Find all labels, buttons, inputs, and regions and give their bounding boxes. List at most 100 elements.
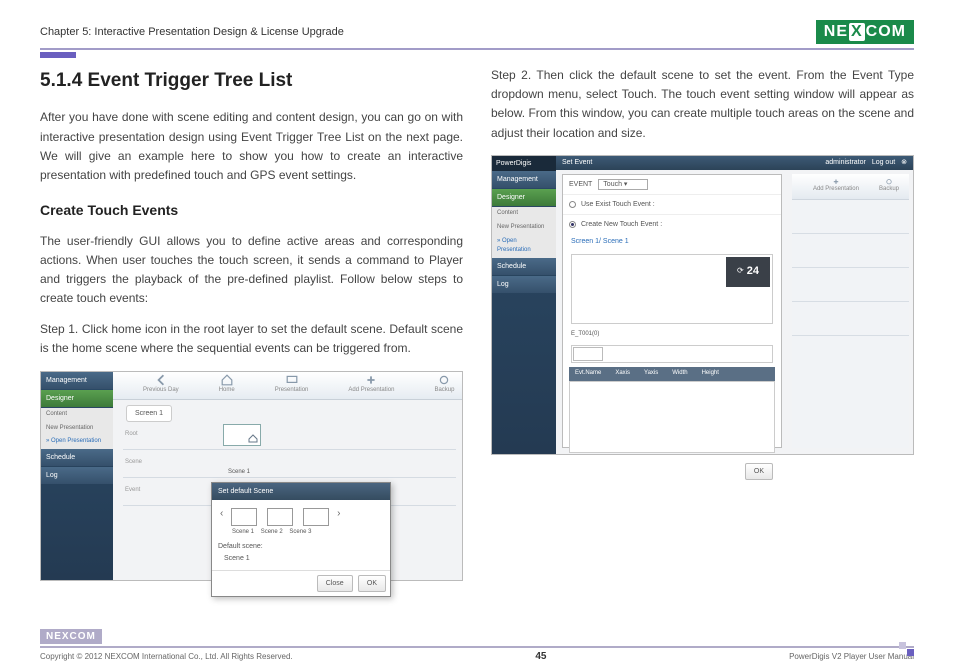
corner-decoration (899, 642, 914, 649)
prev-arrow-icon[interactable]: ‹ (218, 506, 225, 522)
default-scene-box[interactable] (223, 424, 261, 446)
intro-paragraph: After you have done with scene editing a… (40, 108, 463, 185)
page-footer: NEXCOM Copyright © 2012 NEXCOM Internati… (40, 626, 914, 662)
event-type-row: EVENT Touch ▾ (563, 175, 781, 195)
logo-part-x: X (849, 23, 865, 41)
refresh-icon: ⟳ (737, 265, 744, 278)
thumb2-label: Scene 2 (261, 529, 283, 535)
row-event-label: Event (125, 486, 140, 496)
logout-link[interactable]: Log out (872, 159, 895, 166)
toolbar-add-presentation[interactable]: Add Presentation (348, 374, 394, 396)
sidebar-sub-open-presentation[interactable]: » Open Presentation (492, 235, 556, 258)
sidebar-item-designer[interactable]: Designer (492, 189, 556, 206)
chapter-title: Chapter 5: Interactive Presentation Desi… (40, 26, 344, 38)
next-arrow-icon[interactable]: › (335, 506, 342, 522)
logo-part-left: NE (824, 23, 848, 41)
ok-button[interactable]: OK (358, 575, 386, 592)
toolbar-backup-label: Backup (879, 185, 899, 195)
scene1-label: Scene 1 (228, 468, 250, 478)
page-number: 45 (535, 651, 546, 662)
event-label: EVENT (569, 181, 592, 188)
close-button[interactable]: Close (317, 575, 353, 592)
thumb1-label: Scene 1 (232, 529, 254, 535)
copyright-text: Copyright © 2012 NEXCOM International Co… (40, 652, 293, 661)
sidebar-item-designer[interactable]: Designer (41, 390, 113, 407)
sidebar-item-log[interactable]: Log (492, 276, 556, 293)
screenshot-default-scene: Management Designer Content New Presenta… (40, 371, 463, 581)
sidebar-item-log[interactable]: Log (41, 467, 113, 484)
sidebar-sub-content[interactable]: Content (492, 207, 556, 221)
scene-thumb-3[interactable] (303, 508, 329, 526)
app-toolbar: Previous Day Home Presentation Add Prese… (113, 372, 462, 400)
set-default-scene-dialog: Set default Scene ‹ › Scene 1 Scene 2 Sc… (211, 482, 391, 597)
use-exist-row[interactable]: Use Exist Touch Event : (563, 195, 781, 215)
dialog-footer: Close OK (212, 570, 390, 596)
sidebar-sub-content[interactable]: Content (41, 408, 113, 422)
toolbar-prev-label: Previous Day (143, 386, 179, 396)
toolbar-add-label: Add Presentation (348, 386, 394, 396)
admin-label: administrator (825, 159, 865, 166)
canvas-row (792, 268, 909, 302)
radio-use-exist[interactable] (569, 201, 576, 208)
section-heading: 5.1.4 Event Trigger Tree List (40, 66, 463, 96)
row-root-label: Root (125, 430, 138, 440)
canvas-area: Add Presentation Backup (792, 174, 909, 448)
app-sidebar: PowerDigis Management Designer Content N… (492, 156, 556, 454)
step1-paragraph: Step 1. Click home icon in the root laye… (40, 320, 463, 358)
screen-tab[interactable]: Screen 1 (126, 405, 172, 422)
sidebar-sub-new-presentation[interactable]: New Presentation (492, 221, 556, 235)
sidebar-item-management[interactable]: Management (41, 372, 113, 389)
event-panel: EVENT Touch ▾ Use Exist Touch Event : Cr… (562, 174, 782, 448)
inner-thumb (571, 345, 773, 363)
app-brand: PowerDigis (492, 156, 556, 171)
preview-widget: ⟳ 24 (726, 257, 770, 287)
toolbar-add-label: Add Presentation (813, 185, 859, 195)
canvas-row (792, 200, 909, 234)
right-column: Step 2. Then click the default scene to … (491, 66, 914, 581)
canvas-row (792, 234, 909, 268)
toolbar-backup[interactable]: Backup (879, 178, 899, 195)
row-root: Root (123, 422, 456, 450)
dialog-title: Set default Scene (212, 483, 390, 500)
scene-preview[interactable]: ⟳ 24 (571, 254, 773, 324)
radio-create-new[interactable] (569, 221, 576, 228)
toolbar-prev-day[interactable]: Previous Day (143, 374, 179, 396)
sidebar-item-schedule[interactable]: Schedule (492, 258, 556, 275)
event-type-dropdown[interactable]: Touch ▾ (598, 179, 648, 190)
scene-thumb-1[interactable] (231, 508, 257, 526)
widget-number: 24 (747, 263, 759, 281)
dialog-body: ‹ › Scene 1 Scene 2 Scene 3 Default scen… (212, 500, 390, 570)
toolbar-home[interactable]: Home (219, 374, 235, 396)
touch-table-header: Evt.Name Xaxis Yaxis Width Height (569, 367, 775, 381)
toolbar-home-label: Home (219, 386, 235, 396)
ok-button[interactable]: OK (745, 463, 773, 480)
toolbar-presentation[interactable]: Presentation (275, 374, 309, 396)
canvas-row (792, 302, 909, 336)
scene-thumb-2[interactable] (267, 508, 293, 526)
col-w: Width (672, 369, 687, 379)
row-scene: Scene Scene 1 (123, 450, 456, 478)
toolbar-backup[interactable]: Backup (434, 374, 454, 396)
brand-logo: NEXCOM (816, 20, 914, 44)
sidebar-sub-new-presentation[interactable]: New Presentation (41, 422, 113, 436)
toolbar-presentation-label: Presentation (275, 386, 309, 396)
col-name: Evt.Name (575, 369, 601, 379)
home-icon (248, 433, 258, 443)
step2-paragraph: Step 2. Then click the default scene to … (491, 66, 914, 143)
scene-path: Screen 1/ Scene 1 (563, 234, 781, 249)
sidebar-item-management[interactable]: Management (492, 171, 556, 188)
toolbar-backup-label: Backup (434, 386, 454, 396)
accent-bar (40, 52, 76, 58)
touch-table-body[interactable] (569, 381, 775, 453)
col-y: Yaxis (644, 369, 658, 379)
footer-logo: NEXCOM (40, 629, 102, 644)
close-icon[interactable]: ⊗ (901, 159, 907, 166)
create-new-row[interactable]: Create New Touch Event : (563, 215, 781, 234)
canvas-toolbar: Add Presentation Backup (792, 174, 909, 200)
touch-name: E_T001(0) (563, 328, 781, 342)
subsection-heading: Create Touch Events (40, 199, 463, 221)
sidebar-sub-open-presentation[interactable]: » Open Presentation (41, 435, 113, 449)
thumb3-label: Scene 3 (289, 529, 311, 535)
toolbar-add-presentation[interactable]: Add Presentation (813, 178, 859, 195)
sidebar-item-schedule[interactable]: Schedule (41, 449, 113, 466)
